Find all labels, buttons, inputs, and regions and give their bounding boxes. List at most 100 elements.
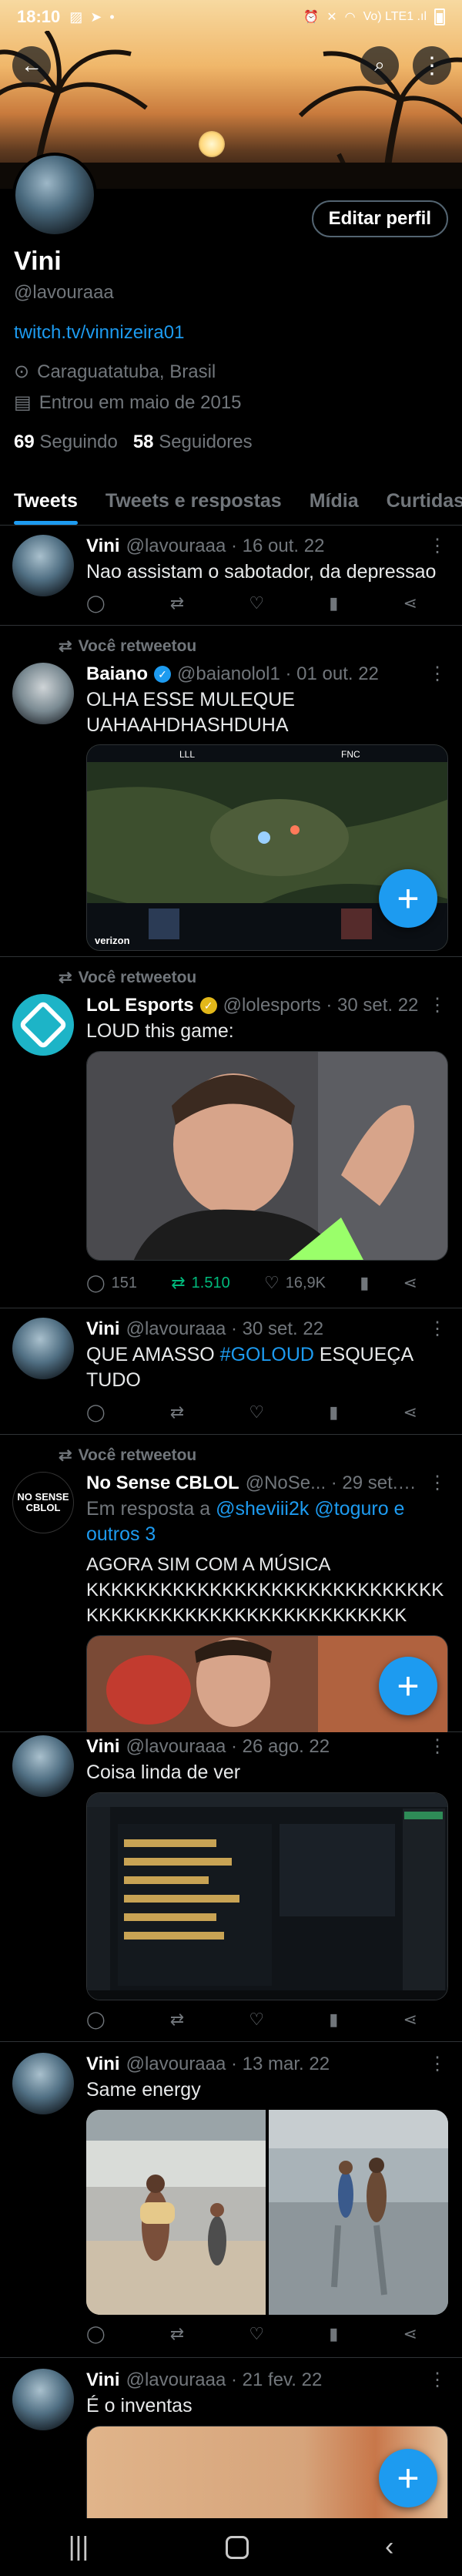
lolesports-logo-icon [18,999,69,1050]
heart-icon: ♡ [249,1402,265,1422]
followers-stat[interactable]: 58 Seguidores [133,432,253,453]
share-button[interactable]: ⋖ [403,1273,417,1293]
avatar[interactable] [12,535,74,596]
profile-name: Vini [14,247,62,276]
share-button[interactable]: ⋖ [403,1402,417,1422]
more-button[interactable]: ⋮ [413,46,451,85]
retweet-button[interactable]: ⇄ [170,593,184,613]
views-button[interactable]: ▮ [329,593,338,613]
back-button[interactable]: ← [12,46,51,85]
tweet[interactable]: Vini @lavouraaa · 30 set. 22 ⋮ QUE AMASS… [0,1308,462,1435]
more-vertical-icon[interactable]: ⋮ [420,2369,447,2391]
avatar[interactable] [12,1735,74,1797]
reply-button[interactable]: ◯ [86,2010,105,2030]
calendar-icon: ▤ [14,392,32,413]
reply-button[interactable]: ◯ [86,2324,105,2344]
tweet-header: Vini @lavouraaa · 13 mar. 22 ⋮ [86,2053,447,2075]
team-a-label: LLL [179,749,195,760]
profile-website-link[interactable]: twitch.tv/vinnizeira01 [14,322,184,344]
retweet-button[interactable]: ⇄ [170,1402,184,1422]
views-button[interactable]: ▮ [360,1273,369,1293]
tab-likes[interactable]: Curtidas [373,478,462,525]
author-name[interactable]: LoL Esports [86,995,194,1016]
beach-photo-right[interactable] [269,2110,448,2315]
reply-button[interactable]: ◯ [86,1402,105,1422]
like-button[interactable]: ♡ [249,1402,264,1422]
avatar[interactable]: NO SENSE CBLOL [12,1472,74,1533]
verified-gold-badge-icon: ✓ [199,996,217,1014]
like-button[interactable]: ♡ [249,2324,264,2344]
compose-tweet-button[interactable]: + [379,869,437,928]
profile-avatar[interactable] [12,153,97,237]
system-icons: ⏰ ✕ ◠ Vo) LTE1 .ıl [303,8,445,25]
reply-icon: ◯ [86,1273,105,1292]
author-name[interactable]: Vini [86,2369,120,2391]
tweet-meta: @lavouraaa · 30 set. 22 [126,1318,324,1339]
share-button[interactable]: ⋖ [403,593,417,613]
avatar[interactable] [12,1318,74,1379]
more-vertical-icon[interactable]: ⋮ [420,1318,447,1340]
home-button[interactable] [225,2535,249,2559]
beach-photo-left[interactable] [86,2110,266,2315]
tweet-meta: @lavouraaa · 26 ago. 22 [126,1735,330,1757]
tweet[interactable]: Vini @lavouraaa · 13 mar. 22 ⋮ Same ener… [0,2042,462,2358]
tab-media[interactable]: Mídia [296,478,373,525]
avatar[interactable] [12,2053,74,2114]
compose-tweet-button[interactable]: + [379,2449,437,2507]
mention-more-link[interactable]: outros 3 [86,1522,447,1547]
author-name[interactable]: No Sense CBLOL [86,1473,239,1494]
mute-icon: ✕ [326,11,337,24]
more-vertical-icon[interactable]: ⋮ [420,663,447,685]
share-icon: ⋖ [403,2010,417,2029]
more-vertical-icon[interactable]: ⋮ [420,1735,447,1758]
tweet-text: QUE AMASSO #GOLOUD ESQUEÇA TUDO [86,1342,447,1393]
plus-icon: + [397,1664,420,1708]
tweet[interactable]: Vini @lavouraaa · 26 ago. 22 ⋮ Coisa lin… [0,1732,462,2042]
views-button[interactable]: ▮ [329,2010,338,2030]
tweet[interactable]: Vini @lavouraaa · 16 out. 22 ⋮ Nao assis… [0,526,462,626]
bar-chart-icon: ▮ [329,2324,339,2343]
author-name[interactable]: Baiano [86,663,148,685]
views-button[interactable]: ▮ [329,1402,338,1422]
tweet-media-image[interactable] [86,1051,448,1261]
more-vertical-icon[interactable]: ⋮ [420,535,447,557]
tweet-media-image[interactable] [86,1792,448,2000]
edit-profile-button[interactable]: Editar perfil [311,200,448,237]
search-button[interactable]: ⌕ [360,46,399,85]
tweet[interactable]: ⇄ Você retweetou LoL Esports ✓ @lolespor… [0,957,462,1308]
retweet-button[interactable]: ⇄ 1.510 [171,1273,230,1293]
views-button[interactable]: ▮ [329,2324,338,2344]
author-name[interactable]: Vini [86,1736,120,1758]
author-name[interactable]: Vini [86,2054,120,2075]
author-name[interactable]: Vini [86,536,120,557]
tab-tweets-and-replies[interactable]: Tweets e respostas [92,478,296,525]
author-name[interactable]: Vini [86,1318,120,1340]
tab-tweets[interactable]: Tweets [0,478,92,525]
more-vertical-icon[interactable]: ⋮ [420,994,447,1016]
like-button[interactable]: ♡ 16,9K [264,1273,326,1293]
more-vertical-icon[interactable]: ⋮ [420,2053,447,2075]
compose-tweet-button[interactable]: + [379,1657,437,1715]
retweet-button[interactable]: ⇄ [170,2324,184,2344]
recent-apps-button[interactable]: ||| [69,2532,89,2562]
share-button[interactable]: ⋖ [403,2010,417,2030]
reply-button[interactable]: ◯ [86,593,105,613]
arrow-left-icon: ← [21,53,42,77]
reply-count: 151 [111,1274,137,1291]
retweet-button[interactable]: ⇄ [170,2010,184,2030]
avatar[interactable] [12,663,74,724]
following-count: 69 [14,432,35,452]
more-vertical-icon[interactable]: ⋮ [420,1472,447,1494]
avatar[interactable] [12,2369,74,2430]
share-button[interactable]: ⋖ [403,2324,417,2344]
reply-button[interactable]: ◯ 151 [86,1273,137,1293]
android-navigation-bar: ||| ‹ [0,2518,462,2576]
mention-links[interactable]: @sheviii2k @toguro e [216,1498,404,1520]
like-button[interactable]: ♡ [249,2010,264,2030]
nav-back-button[interactable]: ‹ [385,2532,393,2562]
avatar[interactable] [12,994,74,1056]
following-stat[interactable]: 69 Seguindo [14,432,118,453]
tweet-text: Coisa linda de ver [86,1762,241,1783]
hashtag-link[interactable]: #GOLOUD [220,1344,314,1365]
like-button[interactable]: ♡ [249,593,264,613]
